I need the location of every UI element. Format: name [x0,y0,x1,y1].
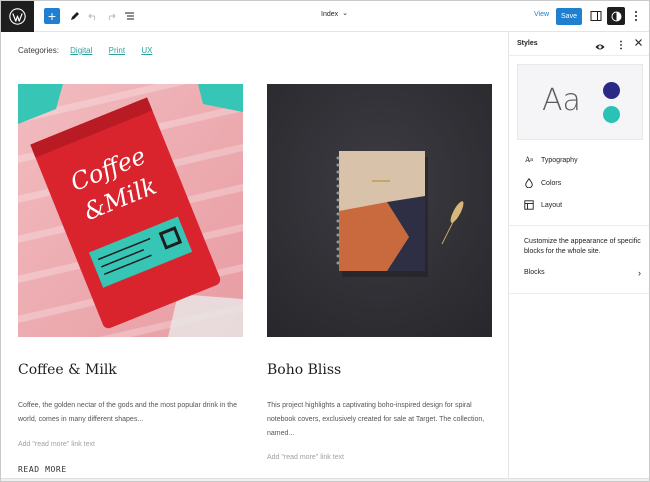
settings-sidebar-icon[interactable] [590,9,602,21]
chevron-right-icon: › [638,268,641,278]
sidebar-item-layout[interactable]: Layout [524,198,562,212]
top-toolbar: + Index ⌄ View Save [1,1,649,32]
post-image-boho-bliss[interactable] [267,84,492,337]
sidebar-item-colors[interactable]: Colors [524,176,561,190]
editor-window: + Index ⌄ View Save Categories: Digital … [0,0,650,482]
chevron-down-icon: ⌄ [342,10,348,17]
sidebar-more-icon[interactable] [617,38,625,50]
sidebar-divider [509,225,649,226]
sidebar-item-label: Colors [541,179,562,187]
document-title-dropdown[interactable]: Index ⌄ [321,10,348,18]
wordpress-logo-icon[interactable] [1,1,34,32]
post-title-boho-bliss[interactable]: Boho Bliss [267,362,341,378]
sidebar-item-label: Layout [541,201,563,209]
editor-canvas[interactable]: Categories: Digital Print UX Coffee &Mil… [1,32,508,481]
view-button[interactable]: View [534,11,549,18]
sidebar-header: Styles [509,32,649,56]
undo-icon[interactable] [85,8,101,24]
preview-color-secondary [603,106,620,123]
post-excerpt-boho-bliss: This project highlights a captivating bo… [267,402,485,437]
sidebar-title: Styles [517,40,538,47]
sidebar-divider [509,293,649,294]
sidebar-item-label: Typography [541,156,578,164]
typography-icon: Aa [525,156,533,164]
read-more-placeholder[interactable]: Add "read more" link text [18,441,95,448]
droplet-icon [524,178,534,188]
sidebar-item-typography[interactable]: Aa Typography [524,153,578,167]
styles-sidebar: Styles Aa Aa Typography Colors Layout Cu… [508,32,649,481]
sidebar-item-blocks[interactable]: Blocks › [524,268,641,281]
close-icon[interactable] [634,38,644,48]
preview-typography-sample: Aa [542,83,581,118]
category-link-print[interactable]: Print [109,46,125,55]
styles-contrast-icon[interactable] [607,7,625,25]
document-title: Index [321,11,339,18]
post-image-coffee-milk[interactable]: Coffee &Milk [18,84,243,337]
status-strip [1,478,649,481]
eye-icon[interactable] [595,39,605,50]
category-link-digital[interactable]: Digital [70,46,92,55]
sidebar-item-label: Blocks [524,269,545,276]
edit-tool-icon[interactable] [67,8,83,24]
categories-line: Categories: Digital Print UX [18,46,166,55]
style-preview[interactable]: Aa [517,64,643,140]
blocks-description: Customize the appearance of specific blo… [524,238,641,255]
categories-label: Categories: [18,46,59,55]
post-title-coffee-milk[interactable]: Coffee & Milk [18,362,117,378]
category-link-ux[interactable]: UX [141,46,152,55]
save-button[interactable]: Save [556,8,582,25]
post-excerpt-coffee-milk: Coffee, the golden nectar of the gods an… [18,402,237,423]
preview-color-primary [603,82,620,99]
read-more-placeholder[interactable]: Add "read more" link text [267,454,344,461]
read-more-link[interactable]: READ MORE [18,465,67,474]
more-options-icon[interactable] [631,9,641,23]
layout-icon [524,200,534,210]
add-block-button[interactable]: + [44,8,60,24]
redo-icon[interactable] [103,8,119,24]
list-view-icon[interactable] [121,8,137,24]
